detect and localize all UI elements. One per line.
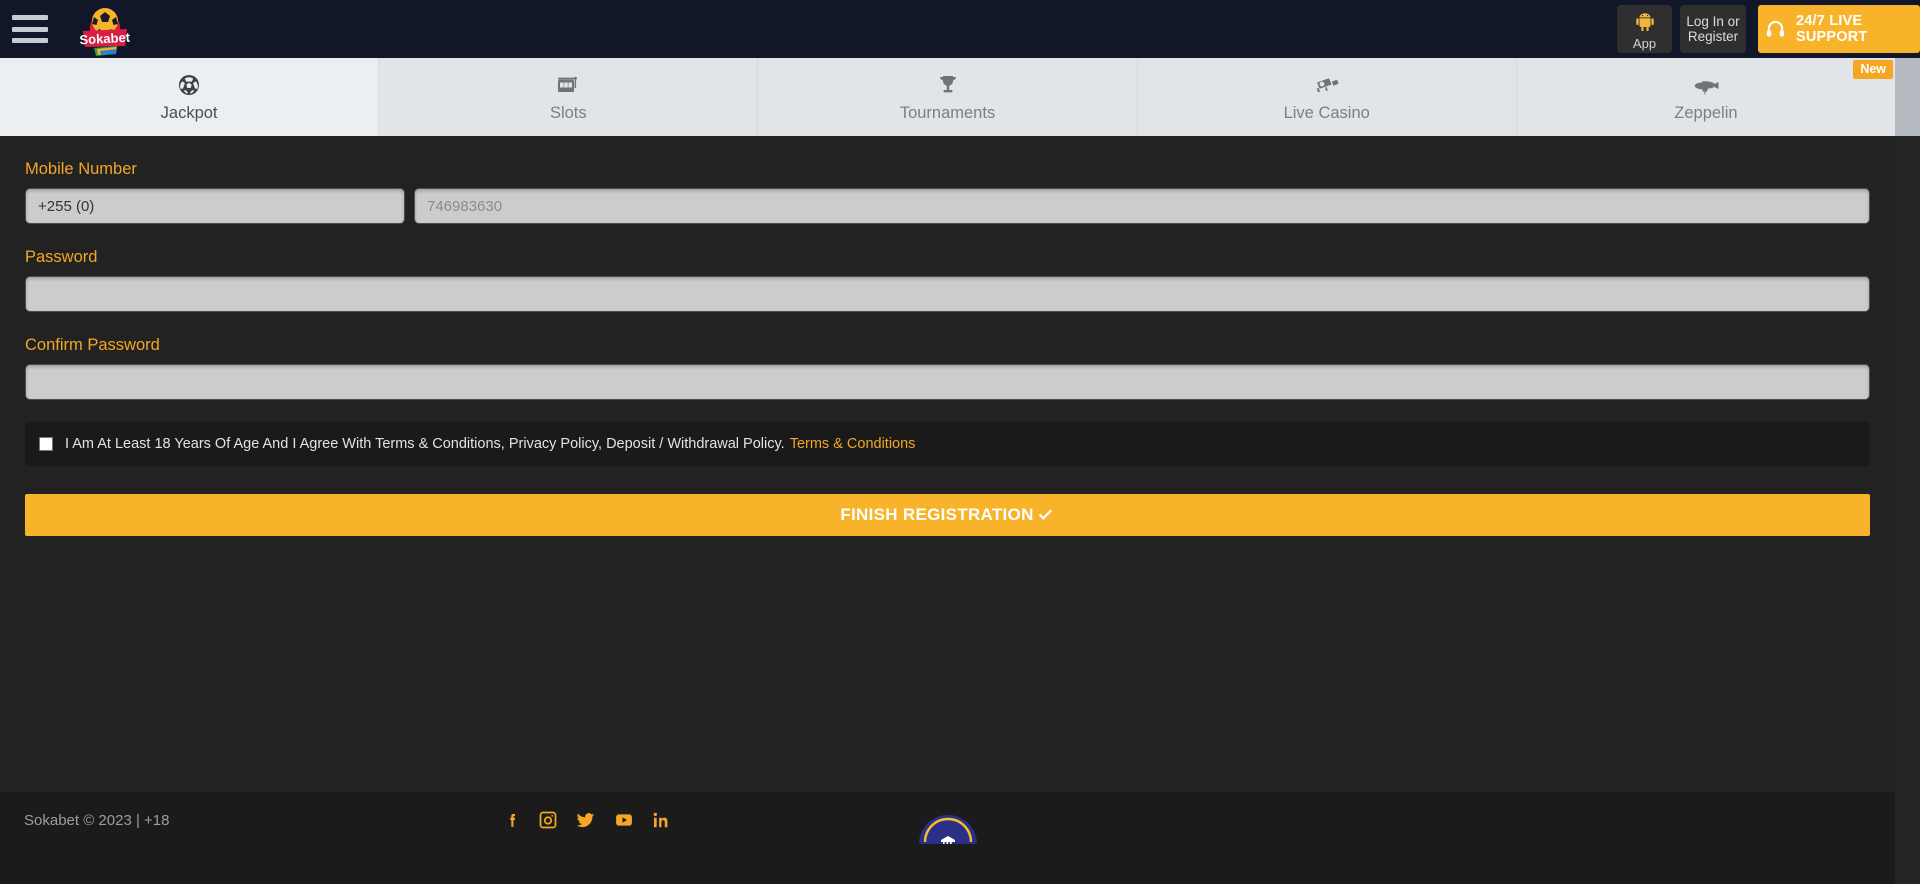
slot-machine-icon [556, 71, 580, 97]
facebook-icon[interactable] [504, 810, 521, 831]
trophy-icon [936, 71, 960, 97]
nav-label-jackpot: Jackpot [160, 104, 218, 122]
finish-registration-label: FINISH REGISTRATION [840, 505, 1034, 524]
site-header: Sokabet App Log In or Register 24/7 LIVE… [0, 0, 1920, 58]
nav-label-slots: Slots [549, 104, 587, 122]
live-support-button[interactable]: 24/7 LIVE SUPPORT [1758, 5, 1920, 53]
login-line-1: Log In or [1686, 14, 1740, 29]
gaming-board-seal-icon [910, 814, 986, 873]
youtube-icon[interactable] [613, 811, 635, 829]
zeppelin-icon [1692, 71, 1720, 97]
soccer-ball-icon [177, 71, 201, 97]
new-badge: New [1853, 60, 1894, 79]
password-label: Password [25, 248, 98, 266]
mobile-number-label: Mobile Number [25, 160, 137, 178]
footer-inner: Sokabet © 2023 | +18 [0, 792, 1895, 873]
password-input[interactable] [25, 276, 1870, 312]
nav-item-tournaments[interactable]: Tournaments [758, 58, 1138, 136]
hamburger-menu-icon[interactable] [12, 15, 48, 43]
nav-item-slots[interactable]: Slots [379, 58, 759, 136]
hamburger-bar [12, 38, 48, 43]
terms-conditions-link[interactable]: Terms & Conditions [790, 436, 916, 452]
android-icon [1634, 10, 1656, 35]
scrollbar-thumb[interactable] [1895, 58, 1920, 136]
finish-registration-button[interactable]: FINISH REGISTRATION [25, 494, 1870, 536]
confirm-password-label: Confirm Password [25, 336, 160, 354]
sokabet-logo[interactable]: Sokabet [70, 1, 140, 57]
login-register-button[interactable]: Log In or Register [1680, 5, 1746, 53]
check-icon [1036, 506, 1055, 525]
nav-label-live-casino: Live Casino [1283, 104, 1370, 122]
social-links [504, 810, 671, 831]
app-button-label: App [1632, 35, 1657, 51]
app-download-button[interactable]: App [1617, 5, 1672, 53]
hamburger-bar [12, 15, 48, 20]
mobile-number-input[interactable] [414, 188, 1870, 224]
nav-item-jackpot[interactable]: Jackpot [0, 58, 380, 136]
category-nav: Jackpot Slots Tournaments Live Casino Ne… [0, 58, 1896, 136]
nav-item-live-casino[interactable]: Live Casino [1137, 58, 1517, 136]
page-root: Sokabet App Log In or Register 24/7 LIVE… [0, 0, 1920, 884]
twitter-icon[interactable] [575, 811, 596, 830]
linkedin-icon[interactable] [652, 811, 671, 830]
terms-text: I Am At Least 18 Years Of Age And I Agre… [65, 436, 785, 452]
mobile-number-row [25, 188, 1870, 224]
confirm-password-input[interactable] [25, 364, 1870, 400]
terms-checkbox[interactable] [39, 437, 53, 451]
login-line-2: Register [1687, 29, 1739, 44]
headset-icon [1764, 18, 1787, 41]
site-footer: Sokabet © 2023 | +18 [0, 792, 1895, 884]
video-camera-icon [1314, 71, 1340, 97]
hamburger-bar [12, 26, 48, 32]
instagram-icon[interactable] [538, 810, 558, 830]
nav-item-zeppelin[interactable]: New Zeppelin [1516, 58, 1896, 136]
nav-label-tournaments: Tournaments [899, 104, 996, 122]
terms-agreement-row: I Am At Least 18 Years Of Age And I Agre… [25, 422, 1870, 466]
page-scrollbar[interactable] [1895, 58, 1920, 884]
header-actions: App Log In or Register 24/7 LIVE SUPPORT [1617, 5, 1920, 53]
copyright-text: Sokabet © 2023 | +18 [24, 811, 170, 829]
registration-form: Mobile Number Password Confirm Password … [0, 136, 1895, 536]
live-support-label: 24/7 LIVE SUPPORT [1796, 13, 1868, 45]
svg-text:Sokabet: Sokabet [79, 30, 131, 48]
nav-label-zeppelin: Zeppelin [1674, 104, 1738, 122]
country-code-input[interactable] [25, 188, 405, 224]
